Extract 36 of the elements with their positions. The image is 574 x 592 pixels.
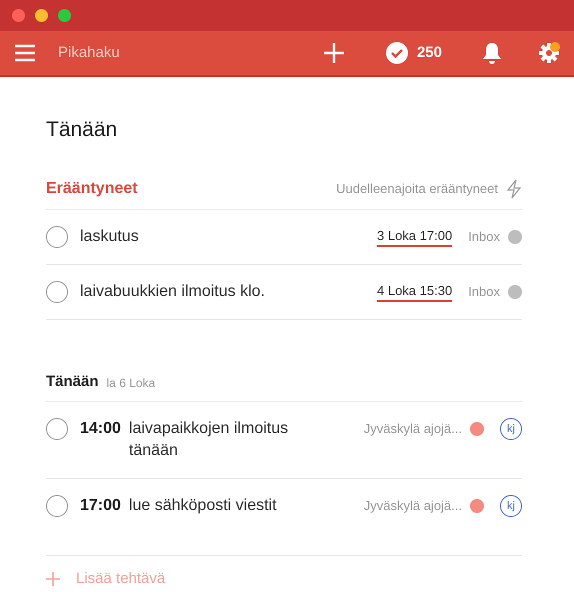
due-date[interactable]: 3 Loka 17:00	[377, 227, 452, 248]
task-title: laivabuukkien ilmoitus klo.	[80, 282, 266, 302]
task-checkbox[interactable]	[46, 495, 68, 518]
task-checkbox[interactable]	[46, 281, 68, 304]
check-circle-icon	[384, 41, 409, 65]
page-title: Tänään	[46, 117, 118, 142]
assignee-avatar[interactable]: kj	[500, 495, 522, 518]
project-name[interactable]: Jyväskylä ajojä...	[364, 495, 462, 518]
notifications-button[interactable]	[482, 42, 502, 64]
task-time: 17:00	[80, 496, 121, 516]
minimize-light[interactable]	[35, 9, 48, 22]
task-checkbox[interactable]	[46, 226, 68, 248]
lightning-icon	[506, 178, 522, 199]
add-task-button[interactable]: Lisää tehtävä	[46, 568, 166, 591]
close-light[interactable]	[12, 9, 25, 22]
section-title: Erääntyneet	[46, 178, 138, 199]
settings-button[interactable]	[538, 42, 560, 64]
task-time: 14:00	[80, 419, 121, 440]
task-title: lue sähköposti viestit	[128, 496, 277, 516]
assignee-avatar[interactable]: kj	[500, 418, 522, 440]
karma-button[interactable]: 250	[384, 41, 442, 65]
menu-button[interactable]	[14, 44, 36, 62]
add-button[interactable]	[322, 42, 345, 64]
task-checkbox[interactable]	[46, 418, 68, 440]
reschedule-button[interactable]: Uudelleenajoita erääntyneet	[336, 178, 522, 199]
search-field[interactable]: Pikahaku	[56, 40, 256, 66]
task-title: laskutus	[80, 227, 140, 248]
task-title: laivapaikkojen ilmoitus tänään	[128, 419, 290, 462]
zoom-light[interactable]	[58, 9, 71, 22]
project-name[interactable]: Jyväskylä ajojä...	[364, 418, 462, 440]
plus-icon	[46, 572, 60, 586]
section-date: la 6 Loka	[106, 374, 156, 392]
project-name[interactable]: Inbox	[468, 227, 500, 247]
due-date[interactable]: 4 Loka 15:30	[377, 282, 452, 302]
project-name[interactable]: Inbox	[468, 282, 500, 302]
section-title: Tänään	[46, 372, 99, 392]
